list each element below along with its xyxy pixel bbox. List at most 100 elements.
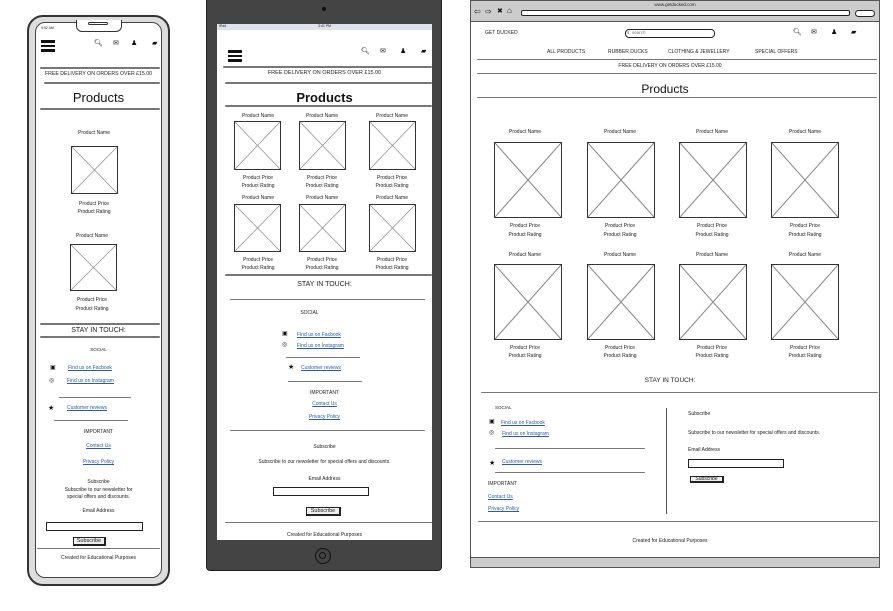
phone-status-time: 9:52 AM [41, 26, 54, 30]
privacy-policy-link[interactable]: Privacy Policy [60, 460, 137, 465]
user-icon[interactable]: ♟ [400, 48, 406, 55]
search-icon[interactable]: 🔍︎ [361, 48, 370, 55]
divider [481, 392, 878, 393]
brand-logo[interactable]: GET DUCKED [485, 31, 518, 36]
subscribe-text: Subscribe to our newsletter for special … [258, 459, 391, 465]
product-price: Product Price [76, 297, 107, 303]
product-image-placeholder[interactable] [771, 264, 839, 340]
product-name: Product Name [376, 195, 408, 201]
product-price: Product Price [376, 257, 407, 263]
product-image-placeholder[interactable] [234, 204, 281, 252]
close-icon[interactable]: ✖ [497, 8, 503, 15]
footer-credit: Created for Educational Purposes [286, 532, 363, 538]
divider [223, 66, 432, 68]
product-image-placeholder[interactable] [299, 204, 346, 252]
product-name: Product Name [696, 252, 728, 258]
nav-clothing-jewellery[interactable]: CLOTHING & JEWELLERY [668, 50, 730, 55]
mail-icon[interactable]: ✉ [811, 29, 817, 36]
divider [495, 472, 645, 473]
facebook-link[interactable]: Find us on Facbook [68, 366, 112, 371]
bag-icon[interactable]: ▰ [421, 48, 426, 55]
product-image-placeholder[interactable] [771, 142, 839, 218]
product-image-placeholder[interactable] [71, 146, 118, 194]
product-image-placeholder[interactable] [587, 264, 655, 340]
social-heading: SOCIAL [300, 310, 319, 316]
nav-all-products[interactable]: ALL PRODUCTS [547, 50, 585, 55]
product-name: Product Name [509, 252, 541, 258]
facebook-link[interactable]: Find us on Facbook [501, 421, 545, 426]
product-image-placeholder[interactable] [369, 121, 416, 170]
search-icon[interactable]: 🔍︎ [94, 40, 103, 47]
product-image-placeholder[interactable] [369, 204, 416, 252]
instagram-link[interactable]: Find us on Instagram [297, 344, 344, 349]
customer-reviews-link[interactable]: Customer reviews [67, 406, 107, 411]
contact-us-link[interactable]: Contact Us [488, 495, 513, 500]
footer-credit: Created for Educational Purposes [632, 538, 708, 544]
back-icon[interactable]: ⇦ [474, 8, 481, 16]
subscribe-text-line2: special offers and discounts. [66, 494, 130, 500]
privacy-policy-link[interactable]: Privacy Policy [217, 415, 432, 420]
divider [225, 274, 432, 276]
product-image-placeholder[interactable] [679, 264, 747, 340]
search-icon[interactable]: 🔍︎ [793, 29, 802, 36]
user-icon[interactable]: ♟ [131, 40, 137, 47]
menu-icon[interactable] [41, 40, 55, 52]
product-image-placeholder[interactable] [234, 121, 281, 170]
tablet-home-button[interactable] [315, 548, 331, 564]
product-name: Product Name [306, 113, 338, 119]
delivery-banner: FREE DELIVERY ON ORDERS OVER £15.00 [267, 70, 382, 76]
divider [40, 108, 160, 110]
forward-icon[interactable]: ⇨ [485, 8, 492, 16]
product-image-placeholder[interactable] [494, 142, 562, 218]
divider [477, 73, 877, 74]
product-image-placeholder[interactable] [494, 264, 562, 340]
star-icon: ★ [48, 405, 55, 412]
nav-rubber-ducks[interactable]: RUBBER DUCKS [608, 50, 648, 55]
email-input[interactable] [46, 522, 143, 531]
product-image-placeholder[interactable] [679, 142, 747, 218]
privacy-policy-link[interactable]: Privacy Policy [488, 507, 519, 512]
instagram-icon: ◎ [489, 430, 495, 436]
product-image-placeholder[interactable] [587, 142, 655, 218]
product-image-placeholder[interactable] [299, 121, 346, 170]
mail-icon[interactable]: ✉ [380, 48, 386, 55]
customer-reviews-link[interactable]: Customer reviews [502, 460, 542, 465]
contact-us-link[interactable]: Contact Us [217, 402, 432, 407]
star-icon: ★ [489, 460, 496, 467]
address-bar[interactable] [521, 10, 850, 16]
browser-search-box[interactable] [855, 10, 875, 17]
contact-us-link[interactable]: Contact Us [60, 444, 137, 449]
bag-icon[interactable]: ▰ [851, 29, 856, 36]
delivery-banner: FREE DELIVERY ON ORDERS OVER £15.00 [44, 71, 153, 77]
browser-status-bar [470, 557, 880, 568]
subscribe-button[interactable]: Subscribe [690, 476, 724, 483]
divider [225, 82, 432, 84]
nav-special-offers[interactable]: SPECIAL OFFERS [755, 50, 798, 55]
stay-in-touch-heading: STAY IN TOUCH: [71, 327, 126, 334]
facebook-link[interactable]: Find us on Facbook [297, 333, 341, 338]
customer-reviews-link[interactable]: Customer reviews [301, 366, 341, 371]
divider [225, 105, 432, 107]
subscribe-button[interactable]: Subscribe [73, 537, 106, 546]
tablet-status-time: 3:41 PM [317, 24, 332, 28]
product-rating: Product Rating [305, 265, 339, 271]
email-input[interactable] [688, 459, 784, 468]
divider [54, 420, 128, 421]
instagram-link[interactable]: Find us on Instagram [67, 379, 114, 384]
bag-icon[interactable]: ▰ [152, 40, 157, 47]
product-price: Product Price [306, 257, 337, 263]
menu-icon[interactable] [228, 50, 242, 62]
product-price: Product Price [306, 175, 337, 181]
email-input[interactable] [273, 487, 369, 496]
mail-icon[interactable]: ✉ [113, 40, 119, 47]
home-icon[interactable]: ⌂ [507, 7, 512, 15]
divider [478, 521, 878, 522]
subscribe-button[interactable]: Subscribe [306, 507, 341, 516]
instagram-link[interactable]: Find us on Instagram [502, 432, 549, 437]
product-image-placeholder[interactable] [70, 244, 117, 291]
stay-in-touch-heading: STAY IN TOUCH: [644, 377, 696, 384]
divider [286, 357, 360, 358]
product-rating: Product Rating [77, 209, 111, 215]
divider [40, 336, 160, 338]
user-icon[interactable]: ♟ [831, 29, 837, 36]
